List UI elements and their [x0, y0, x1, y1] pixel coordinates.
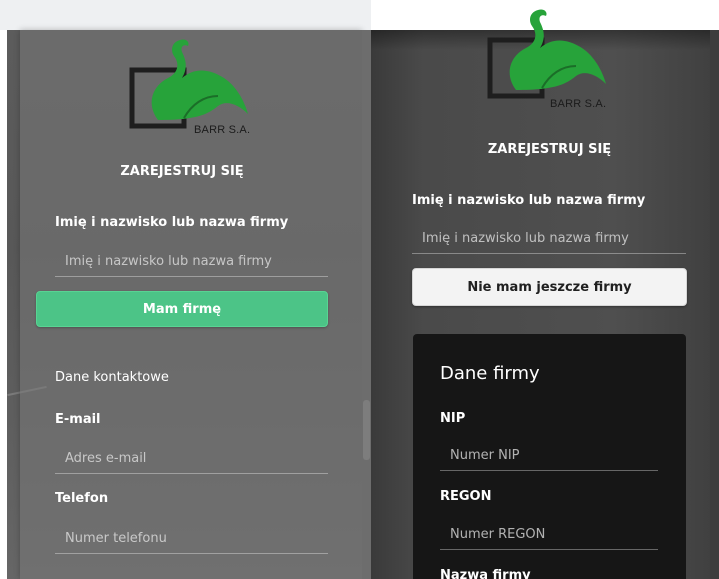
regon-input[interactable] — [440, 520, 658, 550]
name-input[interactable] — [55, 247, 328, 277]
nip-input[interactable] — [440, 441, 658, 471]
logo-caption-right: BARR S.A. — [550, 98, 607, 110]
left-scrollbar-thumb[interactable] — [363, 400, 370, 460]
top-strip — [0, 0, 371, 30]
left-scrollbar[interactable] — [362, 30, 371, 579]
contact-section-heading: Dane kontaktowe — [55, 370, 169, 385]
name-input-right[interactable] — [412, 224, 686, 254]
swan-logo-icon — [129, 39, 248, 129]
have-company-button[interactable]: Mam firmę — [36, 291, 328, 327]
email-input[interactable] — [55, 444, 328, 474]
logo-right — [486, 4, 616, 104]
phone-label: Telefon — [55, 491, 109, 506]
logo — [128, 34, 258, 134]
swan-logo-icon — [487, 9, 606, 99]
right-scrollbar[interactable] — [710, 30, 719, 579]
company-name-label: Nazwa firmy — [440, 568, 531, 579]
page-title-right: ZAREJESTRUJ SIĘ — [487, 142, 612, 157]
nip-label: NIP — [440, 411, 466, 426]
logo-caption: BARR S.A. — [194, 124, 251, 136]
name-label-right: Imię i nazwisko lub nazwa firmy — [412, 193, 646, 208]
no-company-button[interactable]: Nie mam jeszcze firmy — [412, 268, 687, 306]
screenshot-stage: BARR S.A. ZAREJESTRUJ SIĘ Imię i nazwisk… — [0, 0, 719, 579]
name-label: Imię i nazwisko lub nazwa firmy — [55, 215, 289, 230]
company-section-title: Dane firmy — [440, 363, 540, 384]
email-label: E-mail — [55, 412, 101, 427]
page-title: ZAREJESTRUJ SIĘ — [120, 164, 244, 179]
phone-input[interactable] — [55, 524, 328, 554]
regon-label: REGON — [440, 489, 492, 504]
